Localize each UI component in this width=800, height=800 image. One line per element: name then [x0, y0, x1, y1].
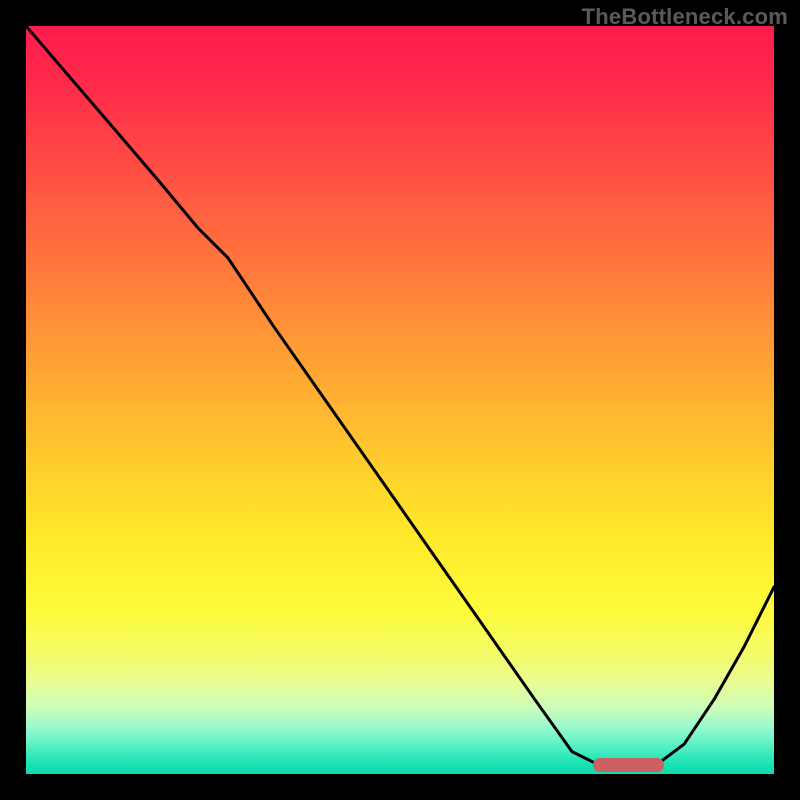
- watermark-text: TheBottleneck.com: [582, 4, 788, 30]
- chart-frame: TheBottleneck.com: [0, 0, 800, 800]
- bottleneck-curve: [26, 26, 774, 774]
- optimal-range-marker: [593, 758, 664, 771]
- plot-area: [26, 26, 774, 774]
